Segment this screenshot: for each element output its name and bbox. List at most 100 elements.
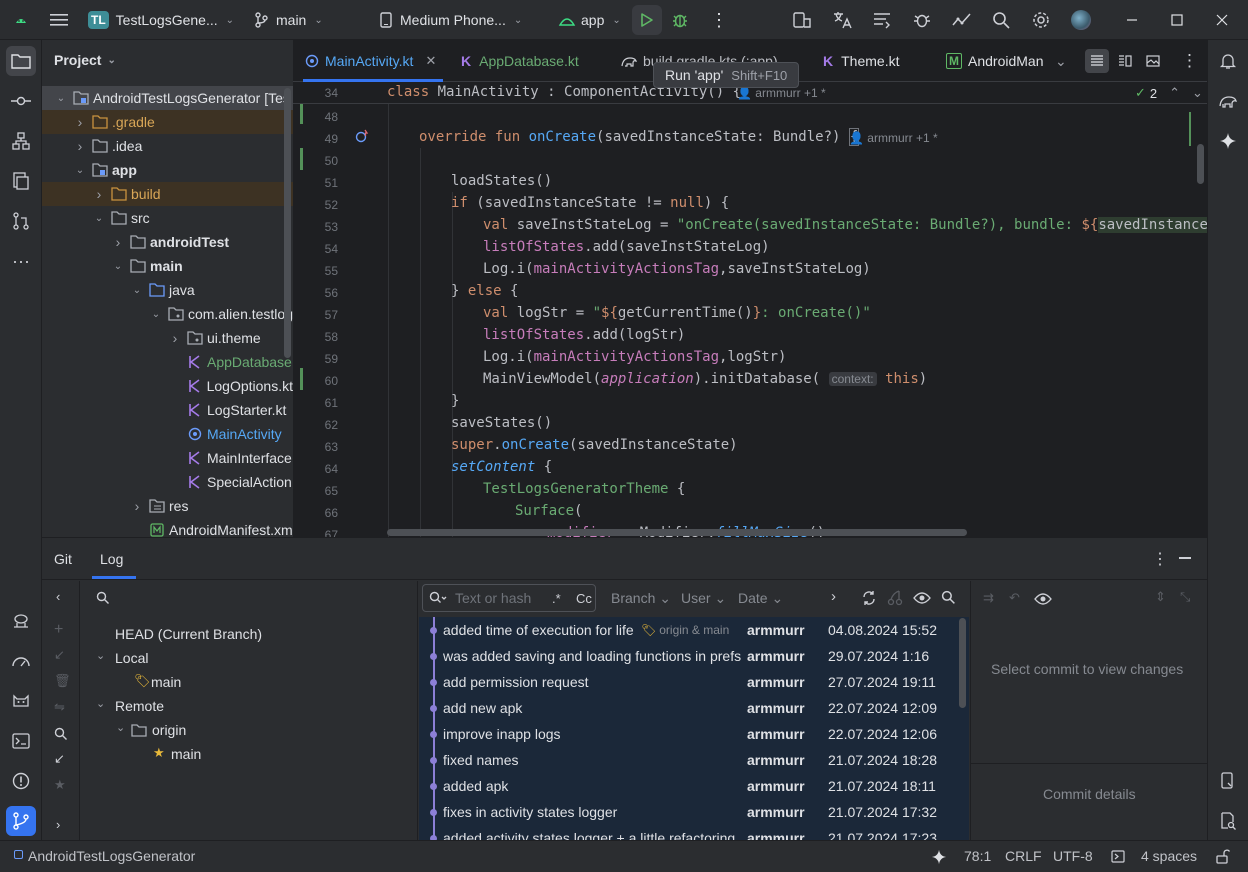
file-encoding[interactable]: UTF-8	[1053, 848, 1093, 864]
chevron-right-icon[interactable]: ›	[92, 186, 106, 202]
user-filter[interactable]: User ⌄	[681, 590, 726, 607]
editor-more-icon[interactable]: ⋮	[1181, 40, 1198, 82]
debug-button[interactable]	[672, 0, 688, 40]
translate-icon[interactable]	[832, 0, 852, 40]
tree-item[interactable]: ⌄ main	[42, 254, 293, 278]
more-actions-icon[interactable]: ⋮	[710, 0, 728, 40]
origin-main-branch[interactable]: main	[171, 746, 201, 762]
tab-log[interactable]: Log	[100, 551, 123, 567]
chevron-right-icon[interactable]: ›	[130, 498, 144, 514]
line-separator[interactable]: CRLF	[1005, 848, 1042, 864]
tab-android-manifest[interactable]: M AndroidMan	[946, 40, 1044, 82]
tab-theme[interactable]: K Theme.kt	[823, 40, 899, 82]
tree-item[interactable]: SpecialAction	[42, 470, 293, 494]
commit-row[interactable]: add permission request armmurr 27.07.2024 …	[419, 669, 959, 695]
device-explorer-tool-button[interactable]	[1213, 806, 1243, 836]
editor-horizontal-scrollbar[interactable]	[387, 529, 967, 536]
commit-row[interactable]: add new apk armmurr 22.07.2024 12:09	[419, 695, 959, 721]
commit-row[interactable]: fixed names armmurr 21.07.2024 18:28	[419, 747, 959, 773]
terminal-tool-button[interactable]	[6, 726, 36, 756]
refresh-icon[interactable]	[861, 590, 877, 606]
revert-icon[interactable]: ↶	[1009, 590, 1020, 606]
regex-toggle[interactable]: .*	[552, 591, 561, 606]
tree-item[interactable]: AppDatabase	[42, 350, 293, 374]
log-search-field[interactable]: Text or hash .* Cc	[422, 584, 596, 612]
resource-manager-tool-button[interactable]	[6, 166, 36, 196]
gemini-tool-button[interactable]	[1213, 126, 1243, 156]
new-branch-icon[interactable]: +	[54, 621, 63, 639]
commit-row[interactable]: added time of execution for life 🏷 origin …	[419, 617, 959, 643]
favorite-star-icon[interactable]: ★	[54, 777, 66, 793]
delete-icon[interactable]: 🗑	[54, 673, 71, 689]
logcat-tool-button[interactable]	[6, 686, 36, 716]
minimize-window-icon[interactable]	[1126, 0, 1138, 40]
eye-icon[interactable]	[1034, 592, 1052, 606]
code-view-icon[interactable]	[1085, 49, 1109, 73]
commit-row[interactable]: improve inapp logs armmurr 22.07.2024 12:0…	[419, 721, 959, 747]
app-inspection-tool-button[interactable]	[6, 606, 36, 636]
chevron-down-icon[interactable]: ⌄	[1192, 85, 1203, 101]
tab-appdatabase[interactable]: K AppDatabase.kt	[461, 40, 579, 82]
origin-group[interactable]: origin	[152, 722, 186, 738]
eye-icon[interactable]	[913, 591, 931, 605]
attach-debugger-icon[interactable]	[912, 0, 932, 40]
project-switcher[interactable]: TL TestLogsGene... ⌄	[88, 0, 234, 40]
project-panel-header[interactable]: Project ⌄	[54, 52, 116, 68]
settings-gear-icon[interactable]	[1032, 0, 1050, 40]
sync-gradle-icon[interactable]	[872, 0, 892, 40]
date-filter[interactable]: Date ⌄	[738, 590, 783, 607]
maximize-window-icon[interactable]	[1171, 0, 1183, 40]
tree-item[interactable]: ⌄ com.alien.testlog	[42, 302, 293, 326]
code-editor[interactable]: 34 class MainActivity : ComponentActivit…	[293, 82, 1207, 537]
device-selector[interactable]: Medium Phone... ⌄	[380, 0, 522, 40]
profiler-tool-button[interactable]	[6, 646, 36, 676]
search-icon[interactable]	[992, 0, 1010, 40]
caret-position[interactable]: 78:1	[964, 848, 991, 864]
panel-options-icon[interactable]: ⋮	[1152, 549, 1168, 569]
remote-group[interactable]: Remote	[115, 698, 164, 714]
tree-item[interactable]: ⌄ src	[42, 206, 293, 230]
search-icon[interactable]	[54, 727, 68, 741]
commit-row[interactable]: fixes in activity states logger armmurr 21…	[419, 799, 959, 825]
more-tool-windows-icon[interactable]: ···	[6, 246, 36, 276]
close-tab-icon[interactable]: ✕	[425, 53, 436, 69]
chevron-right-icon[interactable]: ›	[168, 330, 182, 346]
tree-item[interactable]: MainActivity	[42, 422, 293, 446]
avatar[interactable]	[1071, 0, 1091, 40]
collapse-all-icon[interactable]: ⤡	[1180, 589, 1190, 605]
tab-mainactivity[interactable]: MainActivity.kt ✕	[305, 40, 436, 82]
tree-item[interactable]: LogOptions.kt	[42, 374, 293, 398]
fetch-icon[interactable]: ↙	[54, 751, 65, 767]
structure-tool-button[interactable]	[6, 126, 36, 156]
tree-item[interactable]: › ui.theme	[42, 326, 293, 350]
gradle-tool-button[interactable]	[1213, 86, 1243, 116]
branch-filter[interactable]: Branch ⌄	[611, 590, 671, 607]
tab-git[interactable]: Git	[54, 551, 72, 567]
project-tool-button[interactable]	[6, 46, 36, 76]
device-manager-icon[interactable]	[792, 0, 812, 40]
unlock-icon[interactable]	[1216, 849, 1230, 864]
inspection-widget[interactable]: ✓ 2 ⌃ ⌄	[1135, 85, 1203, 101]
expand-all-icon[interactable]: ⇕	[1155, 589, 1166, 605]
commit-log-list[interactable]: added time of execution for life 🏷 origin …	[419, 617, 969, 841]
search-icon[interactable]	[941, 590, 956, 605]
close-window-icon[interactable]	[1216, 0, 1228, 40]
chevron-up-icon[interactable]: ⌃	[1169, 85, 1180, 101]
profiler-icon[interactable]	[951, 0, 973, 40]
branch-switcher[interactable]: main ⌄	[254, 0, 323, 40]
hide-panel-icon[interactable]	[1179, 557, 1191, 559]
chevron-right-icon[interactable]: ›	[73, 114, 87, 130]
tree-item[interactable]: › androidTest	[42, 230, 293, 254]
match-case-toggle[interactable]: Cc	[576, 591, 592, 606]
tabs-dropdown-icon[interactable]: ⌄	[1055, 40, 1067, 82]
chevron-down-icon[interactable]: ⌄	[149, 309, 163, 320]
log-scrollbar[interactable]	[959, 618, 966, 708]
chevron-down-icon[interactable]: ⌄	[92, 213, 106, 224]
commit-row[interactable]: added activity states logger + a little …	[419, 825, 959, 841]
search-icon[interactable]	[96, 591, 110, 605]
chevron-right-icon[interactable]: ›	[111, 234, 125, 250]
notifications-tool-button[interactable]	[1213, 46, 1243, 76]
update-icon[interactable]: ↙	[54, 647, 65, 663]
running-devices-tool-button[interactable]	[1213, 766, 1243, 796]
chevron-down-icon[interactable]: ⌄	[96, 649, 105, 662]
